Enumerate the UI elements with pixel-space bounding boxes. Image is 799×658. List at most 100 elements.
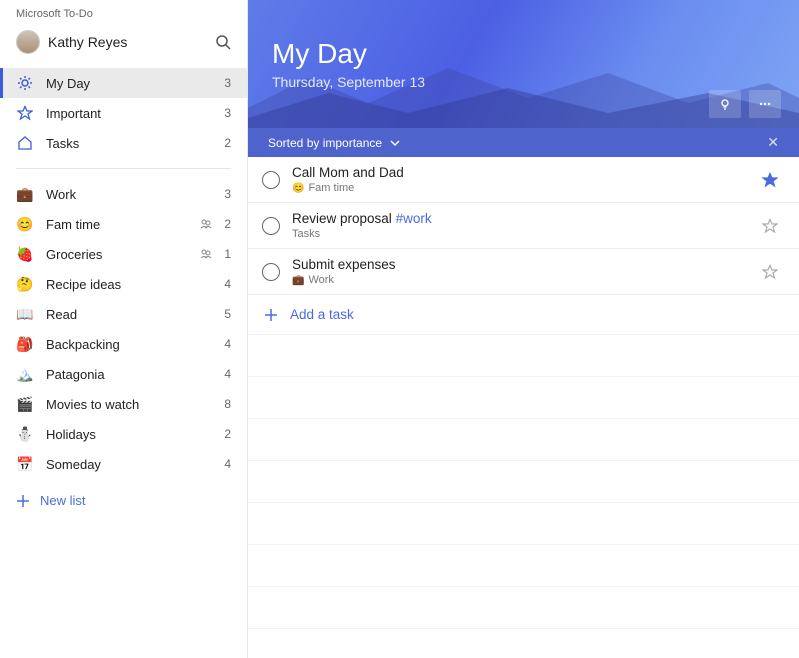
list-emoji-icon: 🤔 bbox=[16, 275, 34, 293]
task-row[interactable]: Submit expenses 💼 Work bbox=[248, 249, 799, 295]
task-list-name: Tasks bbox=[292, 228, 320, 240]
more-button[interactable] bbox=[749, 90, 781, 118]
sidebar-item-backpacking[interactable]: 🎒 Backpacking 4 bbox=[0, 329, 247, 359]
add-task-button[interactable]: Add a task bbox=[248, 295, 799, 334]
avatar bbox=[16, 30, 40, 54]
sidebar-item-label: Someday bbox=[46, 457, 212, 472]
shared-icon bbox=[200, 218, 212, 230]
sidebar-item-count: 4 bbox=[224, 337, 231, 351]
sidebar-item-recipe-ideas[interactable]: 🤔 Recipe ideas 4 bbox=[0, 269, 247, 299]
sort-label: Sorted by importance bbox=[268, 136, 382, 150]
lightbulb-icon bbox=[718, 97, 732, 111]
task-title: Call Mom and Dad bbox=[292, 165, 749, 180]
sun-icon bbox=[16, 74, 34, 92]
sidebar-item-label: My Day bbox=[46, 76, 212, 91]
complete-checkbox[interactable] bbox=[262, 171, 280, 189]
sidebar: Microsoft To-Do Kathy Reyes My Day3Impor… bbox=[0, 0, 248, 658]
task-title: Submit expenses bbox=[292, 257, 749, 272]
header: My Day Thursday, September 13 bbox=[248, 0, 799, 128]
user-lists: 💼 Work 3 😊 Fam time 2 🍓 Groceries 1 🤔 Recipe ideas… bbox=[0, 175, 247, 483]
home-icon bbox=[16, 134, 34, 152]
sidebar-item-count: 2 bbox=[224, 217, 231, 231]
plus-icon bbox=[16, 494, 30, 508]
sidebar-item-label: Important bbox=[46, 106, 212, 121]
task-row[interactable]: Review proposal #work Tasks bbox=[248, 203, 799, 249]
user-row[interactable]: Kathy Reyes bbox=[0, 24, 247, 64]
sidebar-item-label: Holidays bbox=[46, 427, 212, 442]
task-body[interactable]: Call Mom and Dad😊Fam time bbox=[292, 165, 749, 194]
sort-button[interactable]: Sorted by importance bbox=[268, 136, 767, 150]
sidebar-item-label: Backpacking bbox=[46, 337, 212, 352]
complete-checkbox[interactable] bbox=[262, 217, 280, 235]
suggestions-button[interactable] bbox=[709, 90, 741, 118]
list-emoji-icon: ⛄ bbox=[16, 425, 34, 443]
sidebar-item-label: Movies to watch bbox=[46, 397, 212, 412]
sidebar-item-read[interactable]: 📖 Read 5 bbox=[0, 299, 247, 329]
sidebar-item-holidays[interactable]: ⛄ Holidays 2 bbox=[0, 419, 247, 449]
search-button[interactable] bbox=[215, 34, 231, 50]
sidebar-item-count: 5 bbox=[224, 307, 231, 321]
divider bbox=[16, 168, 231, 169]
task-body[interactable]: Review proposal #work Tasks bbox=[292, 211, 749, 240]
list-emoji-icon: 🎒 bbox=[16, 335, 34, 353]
sidebar-item-label: Fam time bbox=[46, 217, 186, 232]
sidebar-item-label: Work bbox=[46, 187, 212, 202]
star-button[interactable] bbox=[761, 171, 779, 189]
new-list-button[interactable]: New list bbox=[0, 483, 247, 518]
sidebar-item-label: Patagonia bbox=[46, 367, 212, 382]
list-emoji-icon: 💼 bbox=[16, 185, 34, 203]
star-icon bbox=[16, 104, 34, 122]
list-emoji-icon: 😊 bbox=[16, 215, 34, 233]
page-date: Thursday, September 13 bbox=[272, 74, 775, 90]
list-emoji-icon: 📖 bbox=[16, 305, 34, 323]
star-button[interactable] bbox=[761, 263, 779, 281]
add-task-label: Add a task bbox=[290, 307, 354, 322]
more-icon bbox=[758, 97, 772, 111]
sort-bar: Sorted by importance ✕ bbox=[248, 128, 799, 157]
complete-checkbox[interactable] bbox=[262, 263, 280, 281]
list-emoji-icon: 😊 bbox=[292, 183, 304, 194]
sidebar-item-count: 1 bbox=[224, 247, 231, 261]
sidebar-item-important[interactable]: Important 3 bbox=[0, 98, 247, 128]
sidebar-item-count: 3 bbox=[224, 187, 231, 201]
sidebar-item-label: Groceries bbox=[46, 247, 186, 262]
task-row[interactable]: Call Mom and Dad😊Fam time bbox=[248, 157, 799, 203]
blank-lines bbox=[248, 334, 799, 629]
list-emoji-icon: 🎬 bbox=[16, 395, 34, 413]
task-meta: 💼 Work bbox=[292, 274, 749, 286]
sidebar-item-my-day[interactable]: My Day 3 bbox=[0, 68, 247, 98]
task-list: Call Mom and Dad😊Fam timeReview proposal… bbox=[248, 157, 799, 658]
sidebar-item-count: 4 bbox=[224, 277, 231, 291]
sidebar-item-count: 2 bbox=[224, 136, 231, 150]
sort-close-button[interactable]: ✕ bbox=[767, 134, 779, 151]
sidebar-item-label: Recipe ideas bbox=[46, 277, 212, 292]
sidebar-item-label: Read bbox=[46, 307, 212, 322]
main: My Day Thursday, September 13 Sorted by … bbox=[248, 0, 799, 658]
chevron-down-icon bbox=[390, 138, 400, 148]
list-emoji-icon: 💼 bbox=[292, 275, 304, 286]
header-actions bbox=[709, 90, 781, 118]
shared-icon bbox=[200, 248, 212, 260]
sidebar-item-count: 3 bbox=[224, 106, 231, 120]
task-list-name: Work bbox=[308, 274, 333, 286]
sidebar-item-work[interactable]: 💼 Work 3 bbox=[0, 179, 247, 209]
sidebar-item-someday[interactable]: 📅Someday4 bbox=[0, 449, 247, 479]
sidebar-item-count: 2 bbox=[224, 427, 231, 441]
sidebar-item-movies-to-watch[interactable]: 🎬 Movies to watch 8 bbox=[0, 389, 247, 419]
page-title: My Day bbox=[272, 38, 775, 70]
sidebar-item-fam-time[interactable]: 😊 Fam time 2 bbox=[0, 209, 247, 239]
sidebar-item-count: 3 bbox=[224, 76, 231, 90]
app-title: Microsoft To-Do bbox=[0, 0, 247, 24]
task-title: Review proposal #work bbox=[292, 211, 749, 226]
sidebar-item-groceries[interactable]: 🍓 Groceries 1 bbox=[0, 239, 247, 269]
sidebar-item-count: 8 bbox=[224, 397, 231, 411]
task-body[interactable]: Submit expenses 💼 Work bbox=[292, 257, 749, 286]
sidebar-item-tasks[interactable]: Tasks2 bbox=[0, 128, 247, 158]
sidebar-item-count: 4 bbox=[224, 367, 231, 381]
list-emoji-icon: 🍓 bbox=[16, 245, 34, 263]
task-meta: Tasks bbox=[292, 228, 749, 240]
sidebar-item-patagonia[interactable]: 🏔️Patagonia4 bbox=[0, 359, 247, 389]
search-icon bbox=[215, 34, 231, 50]
smart-lists: My Day 3 Important 3 Tasks2 bbox=[0, 64, 247, 162]
star-button[interactable] bbox=[761, 217, 779, 235]
